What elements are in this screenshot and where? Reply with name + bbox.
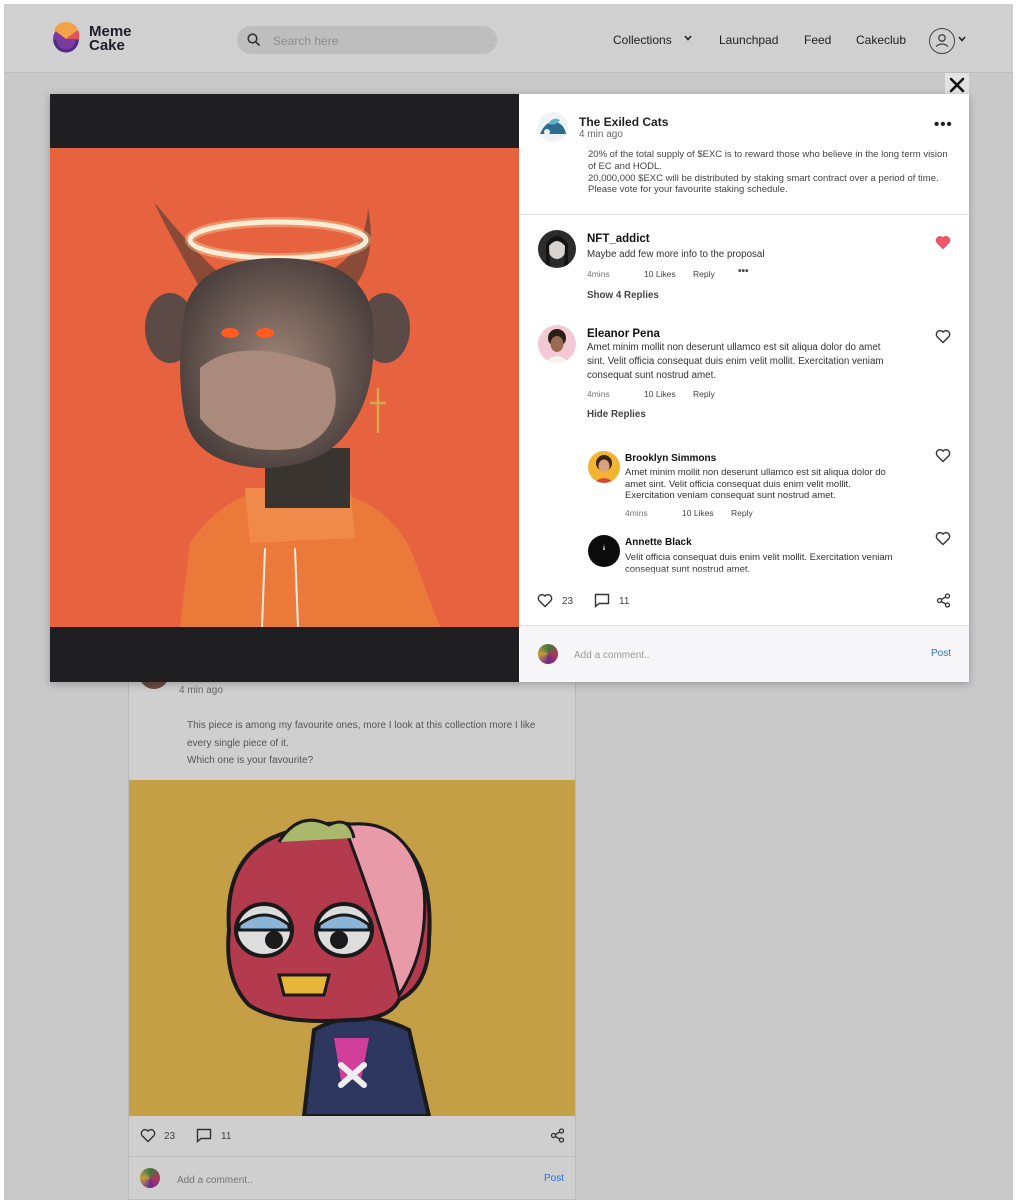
heart-icon[interactable] <box>140 1128 156 1143</box>
comment-time: 4mins <box>625 508 648 518</box>
page-backdrop: Meme Cake Collections Launchpad Feed Cak… <box>4 4 1013 1200</box>
logo-wordmark[interactable]: Meme Cake <box>89 24 132 54</box>
post-text-line: every single piece of it. <box>187 737 289 749</box>
add-comment-bar: Post <box>129 1157 575 1199</box>
user-icon <box>935 34 949 48</box>
avatar[interactable] <box>538 112 568 142</box>
scroll-fade <box>520 569 969 579</box>
cat-avatar-icon <box>538 112 568 142</box>
nav-collections[interactable]: Collections <box>613 33 672 47</box>
post-text-line: 20% of the total supply of $EXC is to re… <box>588 149 948 172</box>
post-text-line: This piece is among my favourite ones, m… <box>187 720 536 731</box>
comment-time: 4mins <box>587 389 610 399</box>
nav-cakeclub[interactable]: Cakeclub <box>856 33 906 47</box>
skull-nft-illustration <box>226 818 432 1116</box>
nav-launchpad[interactable]: Launchpad <box>719 33 778 47</box>
user-menu-button[interactable] <box>929 28 955 54</box>
post-author[interactable]: The Exiled Cats <box>579 115 668 129</box>
comment-count: 11 <box>221 1131 232 1142</box>
nav-feed[interactable]: Feed <box>804 33 831 47</box>
post-header: The Exiled Cats 4 min ago ••• 20% of the… <box>520 94 969 215</box>
media-panel <box>50 94 519 682</box>
heart-icon[interactable] <box>935 448 951 463</box>
logo-line-2: Cake <box>89 37 125 54</box>
avatar[interactable] <box>538 230 576 268</box>
share-icon[interactable] <box>550 1128 565 1143</box>
heart-filled-icon[interactable] <box>935 235 951 250</box>
comment-time-text: 4mins <box>625 508 648 518</box>
post-time: 4 min ago <box>579 129 623 140</box>
comment-text: Amet minim mollit non deserunt ullamco e… <box>625 467 886 502</box>
post-detail-sidebar: The Exiled Cats 4 min ago ••• 20% of the… <box>520 94 969 682</box>
comment-time-text: 4mins <box>587 269 610 279</box>
comment-likes[interactable]: 10 Likes <box>644 389 676 399</box>
avatar <box>538 644 558 664</box>
post-time: 4 min ago <box>179 685 223 696</box>
comment-author[interactable]: Annette Black <box>625 537 692 548</box>
heart-icon[interactable] <box>935 329 951 344</box>
comment-time-text: 4mins <box>587 389 610 399</box>
chevron-down-icon[interactable] <box>684 35 692 41</box>
comment-icon[interactable] <box>594 593 610 608</box>
post-text-line: 20,000,000 $EXC will be distributed by s… <box>588 172 939 184</box>
post-image[interactable] <box>50 148 519 627</box>
comment-likes[interactable]: 10 Likes <box>644 269 676 279</box>
post-image[interactable] <box>129 780 575 1116</box>
reply-button[interactable]: Reply <box>693 389 715 399</box>
show-replies-button[interactable]: Show 4 Replies <box>587 290 659 301</box>
heart-icon[interactable] <box>537 593 553 608</box>
share-icon[interactable] <box>936 593 951 608</box>
comment-likes[interactable]: 10 Likes <box>682 508 714 518</box>
avatar[interactable] <box>538 325 576 363</box>
user-photo-icon <box>538 325 576 363</box>
like-count: 23 <box>164 1131 176 1142</box>
comment-input[interactable] <box>572 645 876 665</box>
comment-text: Maybe add few more info to the proposal <box>587 249 765 260</box>
comment-text: Amet minim mollit non deserunt ullamco e… <box>587 342 884 381</box>
avatar <box>140 1168 160 1188</box>
more-options-icon[interactable]: ••• <box>934 116 953 133</box>
reply-button[interactable]: Reply <box>731 508 753 518</box>
post-actions: 23 11 <box>520 579 969 626</box>
like-count: 23 <box>562 596 574 607</box>
post-text-line: Please vote for your favourite staking s… <box>588 184 788 196</box>
post-body: This piece is among my favourite ones, m… <box>187 717 563 770</box>
hide-replies-button[interactable]: Hide Replies <box>587 409 646 420</box>
user-photo-icon <box>603 544 605 550</box>
heart-icon[interactable] <box>935 531 951 546</box>
avatar[interactable] <box>588 451 620 483</box>
post-text-line: Which one is your favourite? <box>187 755 314 766</box>
post-actions: 23 11 <box>129 1116 575 1157</box>
comment-author[interactable]: Eleanor Pena <box>587 328 660 340</box>
post-body: 20% of the total supply of $EXC is to re… <box>588 149 948 196</box>
ape-nft-illustration <box>145 203 440 627</box>
comment-time: 4mins <box>587 269 610 279</box>
comment-count: 11 <box>619 596 630 607</box>
user-photo-icon <box>588 451 620 483</box>
comment-author[interactable]: Brooklyn Simmons <box>625 453 716 464</box>
search-input[interactable] <box>271 30 485 52</box>
comments-list: NFT_addict Maybe add few more info to th… <box>520 215 969 579</box>
comment-input[interactable] <box>175 1170 479 1190</box>
post-comment-button[interactable]: Post <box>931 648 951 659</box>
feed-post-card: 4 min ago This piece is among my favouri… <box>128 659 576 1200</box>
chevron-down-icon[interactable] <box>958 36 966 42</box>
add-comment-bar: Post <box>520 626 969 682</box>
user-photo-icon <box>538 230 576 268</box>
search-bar[interactable] <box>237 26 497 54</box>
comment-icon[interactable] <box>196 1128 212 1143</box>
memecake-logo-icon[interactable] <box>52 21 80 53</box>
more-options-icon[interactable]: ••• <box>738 266 749 277</box>
search-icon <box>247 33 260 46</box>
comment-author[interactable]: NFT_addict <box>587 233 650 245</box>
avatar[interactable] <box>588 535 620 567</box>
post-detail-modal: The Exiled Cats 4 min ago ••• 20% of the… <box>50 94 969 682</box>
post-comment-button[interactable]: Post <box>544 1173 564 1184</box>
top-navbar: Meme Cake Collections Launchpad Feed Cak… <box>4 4 1013 73</box>
reply-button[interactable]: Reply <box>693 269 715 279</box>
